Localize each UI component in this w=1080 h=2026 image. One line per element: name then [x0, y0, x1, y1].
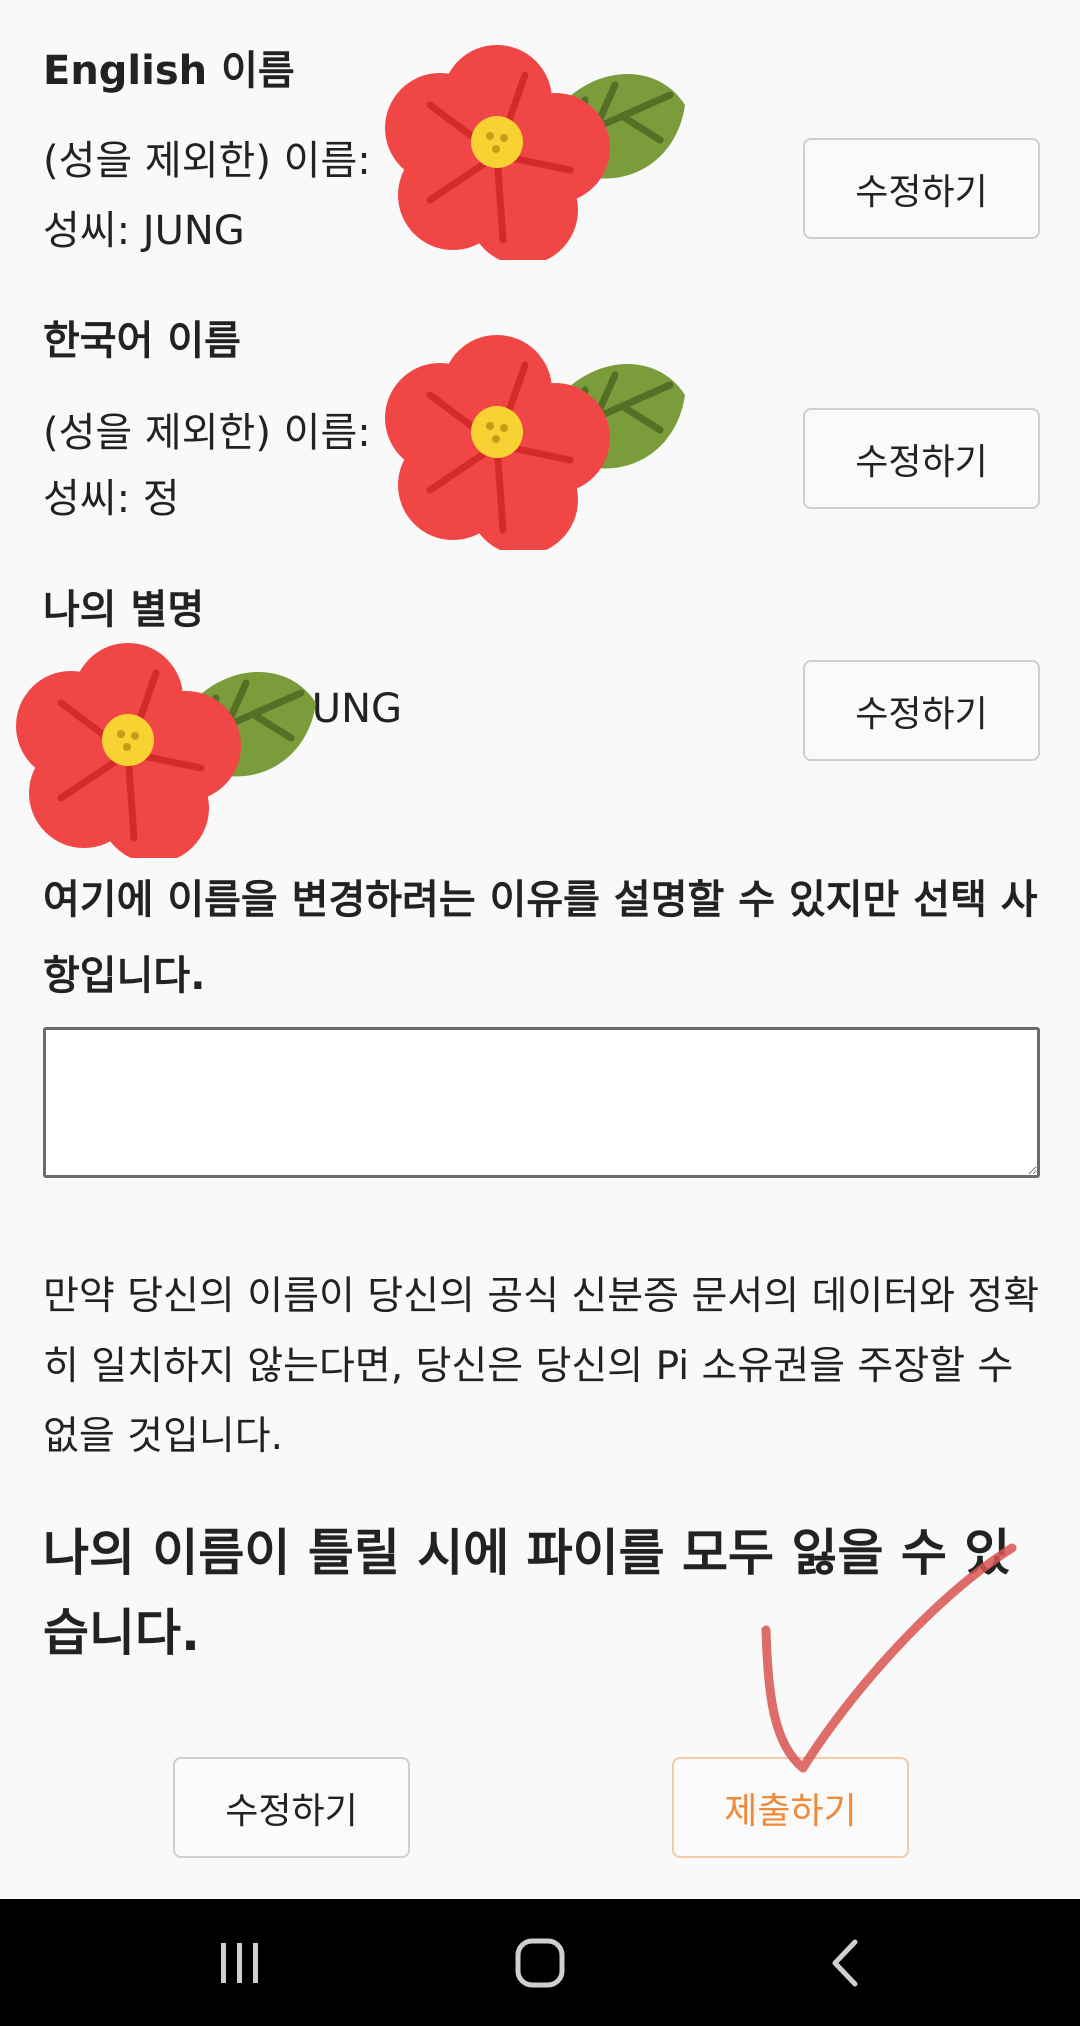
english-name-title: English 이름 [43, 48, 295, 94]
reason-label: 여기에 이름을 변경하려는 이유를 설명할 수 있지만 선택 사항입니다. [43, 877, 1038, 999]
korean-name-title: 한국어 이름 [43, 318, 241, 364]
edit-english-name-button[interactable]: 수정하기 [803, 138, 1040, 239]
edit-button[interactable]: 수정하기 [173, 1757, 410, 1858]
home-icon[interactable] [500, 1899, 580, 2026]
submit-button[interactable]: 제출하기 [672, 1757, 909, 1858]
english-given-name-label: (성을 제외한) 이름: [43, 138, 371, 184]
edit-nickname-button[interactable]: 수정하기 [803, 660, 1040, 761]
name-edit-screen: English 이름 (성을 제외한) 이름: 성씨: JUNG 수정하기 한국… [0, 0, 1080, 2026]
ownership-notice: 만약 당신의 이름이 당신의 공식 신분증 문서의 데이터와 정확히 일치하지 … [43, 1274, 1040, 1459]
nickname-title: 나의 별명 [43, 587, 205, 633]
flower-sticker-icon [16, 643, 316, 858]
recents-icon[interactable] [200, 1899, 280, 2026]
english-surname: 성씨: JUNG [43, 208, 245, 254]
korean-given-name-label: (성을 제외한) 이름: [43, 410, 371, 456]
flower-sticker-icon [385, 45, 685, 260]
flower-sticker-icon [385, 335, 685, 550]
back-icon[interactable] [805, 1899, 885, 2026]
reason-textarea[interactable] [43, 1027, 1040, 1178]
korean-surname: 성씨: 정 [43, 476, 180, 522]
edit-korean-name-button[interactable]: 수정하기 [803, 408, 1040, 509]
system-navigation-bar [0, 1899, 1080, 2026]
loss-warning: 나의 이름이 틀릴 시에 파이를 모두 잃을 수 있습니다. [43, 1524, 1011, 1662]
